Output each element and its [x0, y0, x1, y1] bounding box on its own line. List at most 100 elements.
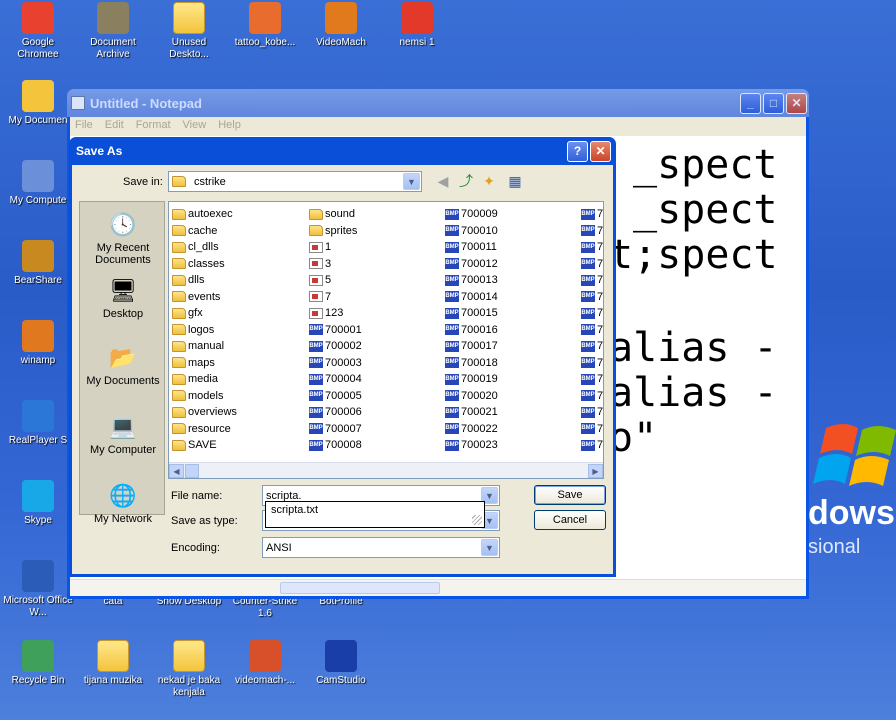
- file-list[interactable]: autoexec cache cl_dlls classes dlls events gfx…: [168, 201, 604, 479]
- file-item[interactable]: BMP 700001: [309, 322, 362, 339]
- desktop-icon[interactable]: My Documen: [0, 80, 76, 127]
- file-item[interactable]: BMP 7: [581, 355, 603, 372]
- new-folder-icon[interactable]: ✦: [478, 170, 500, 192]
- file-item[interactable]: models: [172, 388, 237, 405]
- maximize-button[interactable]: □: [763, 92, 784, 114]
- file-item[interactable]: BMP 7: [581, 437, 603, 454]
- file-item[interactable]: BMP 700023: [445, 437, 498, 454]
- menu-format[interactable]: Format: [136, 119, 171, 134]
- place-my-computer[interactable]: 💻 My Computer: [80, 412, 166, 456]
- desktop-icon-label[interactable]: Counter-Strike 1.6: [227, 596, 303, 620]
- desktop-icon[interactable]: CamStudio: [303, 640, 379, 687]
- scroll-thumb[interactable]: [185, 464, 199, 478]
- back-icon[interactable]: ◀: [432, 170, 454, 192]
- file-item[interactable]: autoexec: [172, 206, 237, 223]
- file-item[interactable]: BMP 700002: [309, 338, 362, 355]
- file-item[interactable]: BMP 7: [581, 206, 603, 223]
- file-item[interactable]: BMP 700018: [445, 355, 498, 372]
- desktop-icon[interactable]: BearShare: [0, 240, 76, 287]
- file-item[interactable]: maps: [172, 355, 237, 372]
- save-in-combo[interactable]: cstrike ▼: [168, 171, 422, 192]
- file-item[interactable]: BMP 700005: [309, 388, 362, 405]
- menu-view[interactable]: View: [183, 119, 207, 134]
- menu-help[interactable]: Help: [218, 119, 241, 134]
- file-item[interactable]: BMP 700020: [445, 388, 498, 405]
- file-item[interactable]: cl_dlls: [172, 239, 237, 256]
- dialog-titlebar[interactable]: Save As ? ✕: [72, 137, 613, 165]
- save-button[interactable]: Save: [534, 485, 606, 505]
- help-button[interactable]: ?: [567, 140, 588, 162]
- file-item[interactable]: BMP 7: [581, 338, 603, 355]
- file-item[interactable]: overviews: [172, 404, 237, 421]
- place-my-documents[interactable]: 📂 My Documents: [80, 343, 166, 387]
- file-item[interactable]: 1: [309, 239, 362, 256]
- file-item[interactable]: BMP 7: [581, 322, 603, 339]
- file-item[interactable]: sound: [309, 206, 362, 223]
- menu-file[interactable]: File: [75, 119, 93, 134]
- file-item[interactable]: 7: [309, 289, 362, 306]
- file-item[interactable]: resource: [172, 421, 237, 438]
- file-item[interactable]: BMP 700011: [445, 239, 498, 256]
- file-item[interactable]: BMP 700004: [309, 371, 362, 388]
- file-item[interactable]: BMP 700008: [309, 437, 362, 454]
- place-my-recent-documents[interactable]: 🕓 My Recent Documents: [80, 210, 166, 266]
- file-item[interactable]: 5: [309, 272, 362, 289]
- file-item[interactable]: BMP 7: [581, 388, 603, 405]
- place-my-network[interactable]: 🌐 My Network: [80, 481, 166, 525]
- minimize-button[interactable]: _: [740, 92, 761, 114]
- file-item[interactable]: gfx: [172, 305, 237, 322]
- file-item[interactable]: BMP 700012: [445, 256, 498, 273]
- file-list-hscrollbar[interactable]: ◀ ▶: [169, 462, 603, 478]
- up-folder-icon[interactable]: ⤴: [455, 170, 477, 192]
- file-item[interactable]: BMP 7: [581, 421, 603, 438]
- file-item[interactable]: BMP 7: [581, 239, 603, 256]
- file-item[interactable]: BMP 700015: [445, 305, 498, 322]
- file-item[interactable]: BMP 7: [581, 305, 603, 322]
- menu-edit[interactable]: Edit: [105, 119, 124, 134]
- chevron-down-icon[interactable]: ▼: [481, 539, 498, 556]
- desktop-icon[interactable]: videomach-...: [227, 640, 303, 687]
- file-item[interactable]: dlls: [172, 272, 237, 289]
- desktop-icon[interactable]: tijana muzika: [75, 640, 151, 687]
- file-item[interactable]: events: [172, 289, 237, 306]
- scroll-right-icon[interactable]: ▶: [588, 464, 603, 478]
- scroll-thumb[interactable]: [280, 582, 440, 594]
- desktop-icon[interactable]: My Compute: [0, 160, 76, 207]
- desktop-icon[interactable]: VideoMach: [303, 2, 379, 49]
- desktop-icon[interactable]: nekad je baka kenjala: [151, 640, 227, 699]
- chevron-down-icon[interactable]: ▼: [403, 173, 420, 190]
- file-item[interactable]: BMP 700003: [309, 355, 362, 372]
- desktop-icon[interactable]: Unused Deskto...: [151, 2, 227, 61]
- file-item[interactable]: 123: [309, 305, 362, 322]
- notepad-hscrollbar[interactable]: [70, 579, 806, 596]
- autocomplete-popup[interactable]: scripta.txt: [265, 501, 485, 528]
- desktop-icon[interactable]: nemsi 1: [379, 2, 455, 49]
- file-item[interactable]: BMP 700022: [445, 421, 498, 438]
- file-item[interactable]: sprites: [309, 223, 362, 240]
- file-item[interactable]: BMP 7: [581, 404, 603, 421]
- autocomplete-item[interactable]: scripta.txt: [271, 504, 318, 516]
- file-item[interactable]: BMP 700017: [445, 338, 498, 355]
- file-item[interactable]: BMP 700013: [445, 272, 498, 289]
- file-item[interactable]: BMP 700019: [445, 371, 498, 388]
- file-item[interactable]: BMP 700010: [445, 223, 498, 240]
- desktop-icon[interactable]: tattoo_kobe...: [227, 2, 303, 49]
- place-desktop[interactable]: 🖥 Desktop: [80, 276, 166, 320]
- close-button[interactable]: ✕: [786, 92, 807, 114]
- desktop-icon[interactable]: Microsoft Office W...: [0, 560, 76, 619]
- file-item[interactable]: BMP 7: [581, 256, 603, 273]
- file-item[interactable]: cache: [172, 223, 237, 240]
- file-item[interactable]: BMP 700016: [445, 322, 498, 339]
- encoding-combo[interactable]: ANSI ▼: [262, 537, 500, 558]
- desktop-icon[interactable]: winamp: [0, 320, 76, 367]
- file-item[interactable]: BMP 7: [581, 223, 603, 240]
- file-item[interactable]: BMP 700006: [309, 404, 362, 421]
- desktop-icon[interactable]: RealPlayer S: [0, 400, 76, 447]
- dialog-close-button[interactable]: ✕: [590, 140, 611, 162]
- file-item[interactable]: BMP 7: [581, 272, 603, 289]
- file-item[interactable]: BMP 700009: [445, 206, 498, 223]
- file-item[interactable]: SAVE: [172, 437, 237, 454]
- file-item[interactable]: BMP 7: [581, 289, 603, 306]
- file-item[interactable]: 3: [309, 256, 362, 273]
- file-item[interactable]: BMP 700007: [309, 421, 362, 438]
